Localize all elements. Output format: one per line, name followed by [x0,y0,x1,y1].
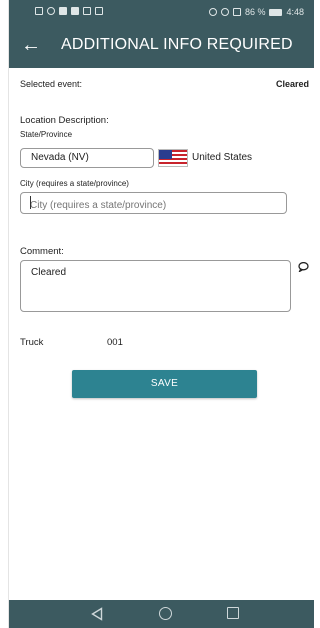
battery-icon [269,8,283,16]
truck-value: 001 [107,337,123,348]
location-icon [220,8,229,16]
truck-label: Truck [20,337,44,348]
wifi-icon [47,7,55,15]
mail-icon [83,7,91,15]
clock: 4:48 [286,7,304,17]
selected-event-value: Cleared [275,79,309,89]
system-nav-bar [9,600,314,628]
state-province-label: State/Province [20,130,73,139]
status-bar-system-icons: 86 % 4:48 [208,7,304,17]
app-screen: 86 % 4:48 ← ADDITIONAL INFO REQUIRED Sel… [8,0,314,628]
us-flag-icon [158,149,188,167]
signal-icon [232,8,241,16]
selected-event-row: Selected event: Cleared [20,79,309,89]
video-icon [59,7,67,15]
selected-event-label: Selected event: [20,79,83,89]
gallery-icon [71,7,79,15]
speech-bubble-icon[interactable] [298,262,309,272]
nav-home-icon[interactable] [159,607,172,620]
nav-recents-icon[interactable] [227,607,239,619]
city-label: City (requires a state/province) [20,179,129,188]
flag-canton [159,150,172,159]
text-cursor [30,196,31,209]
notification-icon [35,7,43,15]
state-province-select[interactable]: Nevada (NV) [20,148,154,168]
bluetooth-icon [208,8,217,16]
city-input[interactable] [20,192,287,214]
status-bar-notification-icons [35,7,103,15]
page-title: ADDITIONAL INFO REQUIRED [61,36,293,53]
comment-textarea[interactable]: Cleared [20,260,291,312]
arrow-left-icon[interactable]: ← [21,34,41,56]
country-label: United States [192,152,253,163]
app-bar: ← ADDITIONAL INFO REQUIRED [9,24,314,68]
battery-percent: 86 % [244,7,266,17]
location-description-label: Location Description: [20,115,109,126]
clipboard-icon [95,7,103,15]
nav-back-icon[interactable] [91,607,103,621]
status-bar: 86 % 4:48 [9,0,314,24]
comment-label: Comment: [20,246,64,257]
save-button[interactable]: SAVE [72,370,257,398]
